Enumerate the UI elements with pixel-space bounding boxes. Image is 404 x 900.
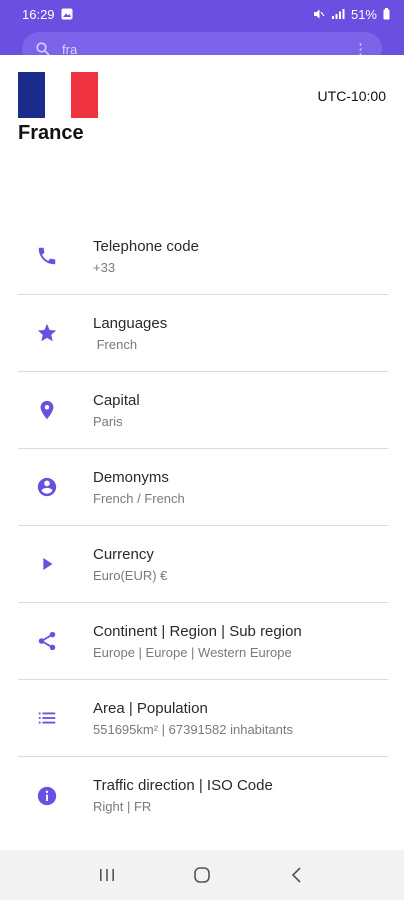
phone-icon	[38, 247, 56, 265]
country-name: France	[18, 122, 84, 144]
list-icon	[38, 712, 56, 724]
row-title: Traffic direction | ISO Code	[93, 777, 273, 794]
search-toolbar: fra ⋮	[0, 28, 404, 55]
row-title: Telephone code	[93, 237, 199, 255]
info-row-continent-region: Continent | Region | Sub region Europe |…	[18, 603, 388, 680]
row-value: Paris	[93, 413, 123, 429]
back-button[interactable]	[277, 855, 317, 895]
info-row-currency: Currency Euro(EUR) €	[18, 526, 388, 603]
gallery-notification-icon	[61, 8, 73, 20]
search-icon[interactable]	[36, 42, 50, 55]
account-circle-icon	[37, 477, 57, 497]
search-input[interactable]: fra	[62, 42, 341, 56]
row-value: French	[93, 336, 138, 352]
row-value: French / French	[93, 490, 185, 506]
info-row-traffic-iso: Traffic direction | ISO Code Right | FR	[18, 757, 388, 834]
flag-stripe-red	[71, 72, 99, 118]
battery-percent: 51%	[350, 6, 377, 22]
back-icon	[291, 867, 301, 883]
search-bar[interactable]: fra ⋮	[22, 32, 382, 55]
play-arrow-icon	[43, 558, 53, 570]
row-value: +33	[93, 259, 116, 275]
home-button[interactable]	[182, 855, 222, 895]
row-value: Europe | Europe | Western Europe	[93, 644, 292, 660]
share-icon	[38, 631, 56, 651]
row-title: Capital	[93, 391, 140, 409]
info-row-area-population: Area | Population 551695km² | 67391582 i…	[18, 680, 388, 757]
row-title: Demonyms	[93, 468, 169, 486]
row-title: Currency	[93, 545, 154, 563]
row-title: Continent | Region | Sub region	[93, 622, 302, 640]
country-flag	[18, 72, 99, 118]
home-icon	[194, 867, 210, 883]
flag-stripe-blue	[18, 72, 45, 118]
location-pin-icon	[40, 400, 54, 420]
star-icon	[37, 323, 57, 342]
row-title: Area | Population	[93, 699, 208, 717]
info-row-telephone-code: Telephone code +33	[18, 218, 388, 295]
info-row-demonyms: Demonyms French / French	[18, 449, 388, 526]
status-time: 16:29	[22, 6, 55, 22]
recent-apps-icon	[100, 869, 115, 881]
signal-icon	[331, 9, 345, 19]
info-row-capital: Capital Paris	[18, 372, 388, 449]
row-value: Right | FR	[93, 799, 152, 814]
utc-offset: UTC-10:00	[317, 88, 386, 104]
row-value: 551695km² | 67391582 inhabitants	[93, 721, 293, 737]
info-icon	[37, 786, 57, 805]
recent-apps-button[interactable]	[87, 855, 127, 895]
flag-stripe-white	[44, 72, 72, 118]
battery-icon	[383, 8, 390, 20]
mute-icon	[313, 9, 325, 19]
status-bar: 16:29 51%	[0, 0, 404, 28]
country-info-list: Telephone code +33 Languages French Capi…	[18, 218, 388, 834]
info-row-languages: Languages French	[18, 295, 388, 372]
system-navigation-bar	[0, 850, 404, 900]
row-value: Euro(EUR) €	[93, 567, 168, 583]
more-options-icon[interactable]: ⋮	[353, 42, 368, 56]
row-title: Languages	[93, 314, 168, 332]
